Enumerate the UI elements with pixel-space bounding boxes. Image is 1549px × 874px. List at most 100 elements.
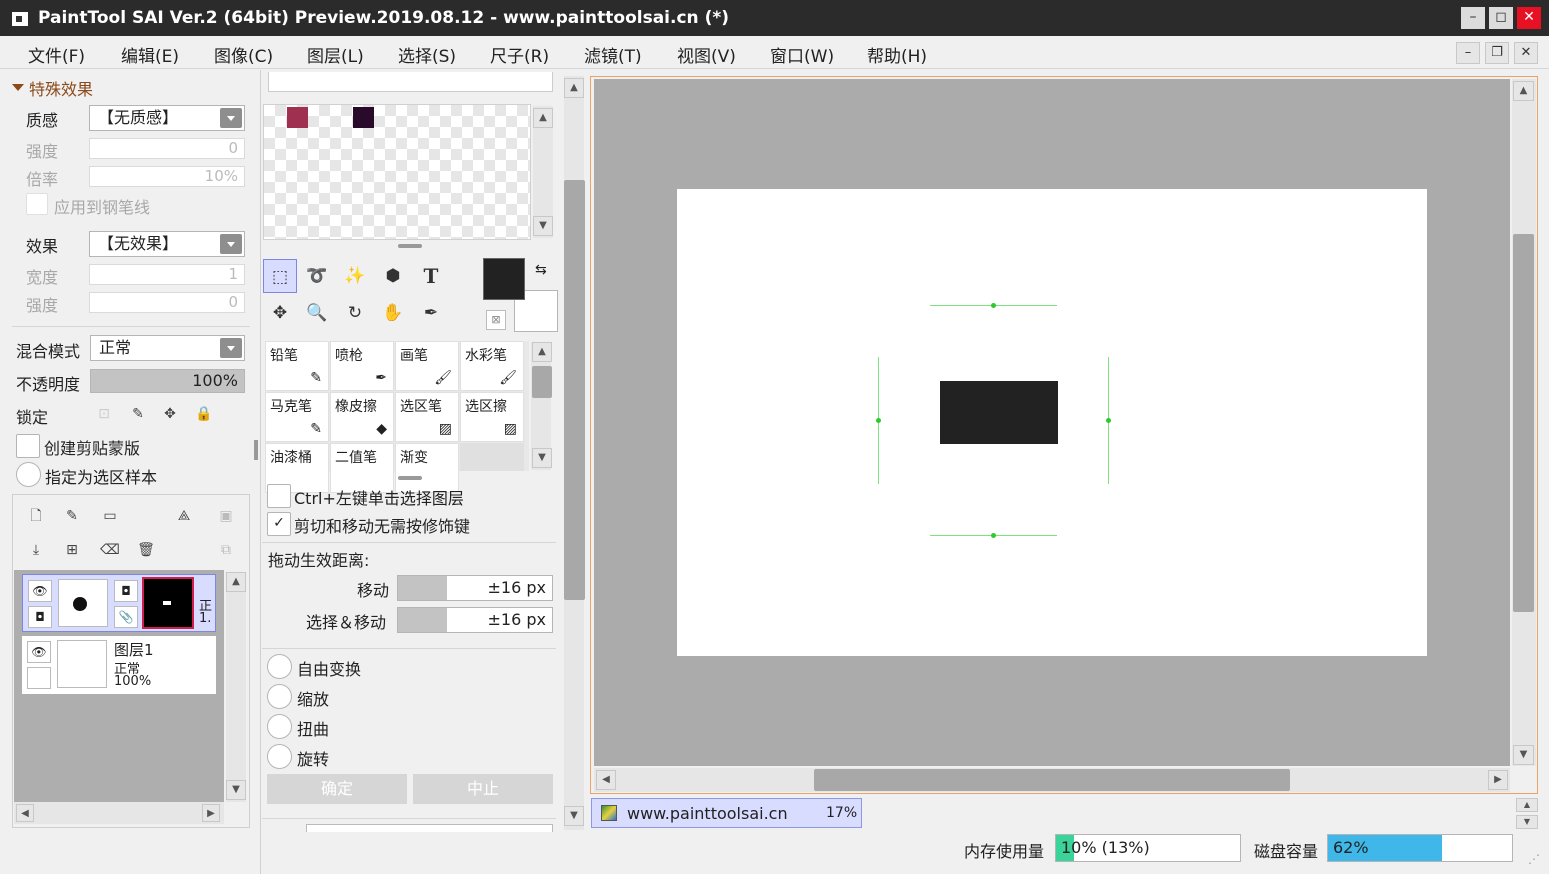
lock-paint-icon[interactable]: ✎ — [124, 400, 152, 428]
resize-grip-icon[interactable]: ⋰ — [1528, 852, 1540, 866]
close-button[interactable]: ✕ — [1517, 7, 1541, 29]
width-slider[interactable]: 1 — [89, 264, 245, 285]
splitter-handle[interactable] — [398, 244, 422, 248]
layer-row-selected[interactable]: 👁 ◘ ◘ 📎 正 1. — [22, 574, 216, 632]
brush-slot[interactable]: 画笔 🖌 — [395, 341, 459, 391]
brush-slot[interactable]: 选区笔 ▨ — [395, 392, 459, 442]
transform-handle[interactable] — [991, 533, 996, 538]
scroll-left-icon[interactable]: ◀ — [16, 804, 34, 822]
cut-move-checkbox[interactable]: ✓ — [267, 512, 291, 536]
scroll-down-icon[interactable]: ▼ — [564, 806, 584, 826]
scroll-up-icon[interactable]: ▲ — [1513, 81, 1534, 101]
blend-combo[interactable]: 正常 — [90, 335, 245, 361]
color-swatch[interactable] — [287, 107, 308, 128]
mdi-close-button[interactable]: ✕ — [1514, 42, 1538, 64]
transform-handle[interactable] — [991, 303, 996, 308]
layer-option-icon[interactable]: ◘ — [28, 606, 52, 628]
scroll-thumb[interactable] — [564, 180, 585, 600]
move-icon[interactable]: ✥ — [263, 296, 297, 330]
menu-edit[interactable]: 编辑(E) — [121, 42, 179, 67]
opacity-slider[interactable]: 100% — [90, 369, 245, 393]
maximize-button[interactable]: ◻ — [1489, 7, 1513, 29]
lasso-icon[interactable]: ➰ — [300, 259, 334, 293]
mask-thumbnail[interactable] — [142, 577, 194, 629]
canvas-tab[interactable]: www.painttoolsai.cn 17% — [591, 798, 862, 828]
layer-row[interactable]: 👁 图层1 正常 100% — [22, 636, 216, 694]
apply-pen-checkbox[interactable] — [26, 193, 48, 215]
cancel-button[interactable]: 中止 — [413, 774, 553, 804]
scroll-right-icon[interactable]: ▶ — [202, 804, 220, 822]
rotate-radio[interactable] — [267, 744, 292, 769]
layer-option-icon[interactable] — [27, 667, 51, 689]
layer-effect-icon[interactable]: ⟁ — [170, 502, 198, 530]
texture-combo[interactable]: 【无质感】 — [89, 105, 245, 131]
strength2-slider[interactable]: 0 — [89, 292, 245, 313]
collapse-arrow-icon[interactable] — [12, 84, 24, 91]
color-slider-strip[interactable] — [268, 72, 553, 92]
clip-mask-checkbox[interactable] — [16, 434, 40, 458]
clip-icon[interactable]: 📎 — [114, 606, 138, 628]
shape-icon[interactable]: ⬢ — [376, 259, 410, 293]
color-swatch[interactable] — [353, 107, 374, 128]
ok-button[interactable]: 确定 — [267, 774, 407, 804]
scale-slider[interactable]: 10% — [89, 166, 245, 187]
brush-slot[interactable]: 橡皮擦 ◆ — [330, 392, 394, 442]
new-linework-layer-icon[interactable]: ✎ — [58, 502, 86, 530]
scroll-right-icon[interactable]: ▶ — [1488, 770, 1508, 790]
primary-color[interactable] — [483, 258, 525, 300]
free-transform-radio[interactable] — [267, 654, 292, 679]
brush-slot[interactable]: 铅笔 ✎ — [265, 341, 329, 391]
move-distance-slider[interactable]: ±16 px — [397, 575, 553, 601]
menu-window[interactable]: 窗口(W) — [770, 42, 834, 67]
rotate-icon[interactable]: ↻ — [338, 296, 372, 330]
lock-transparency-icon[interactable]: ⊡ — [90, 400, 118, 428]
menu-filter[interactable]: 滤镜(T) — [584, 42, 642, 67]
scroll-thumb[interactable] — [532, 366, 552, 398]
merge-down-icon[interactable]: ⤓ — [22, 536, 50, 564]
strength-slider[interactable]: 0 — [89, 138, 245, 159]
eye-icon[interactable]: 👁 — [28, 580, 52, 602]
zoom-icon[interactable]: 🔍 — [300, 296, 334, 330]
trash-icon[interactable]: 🗑 — [132, 536, 160, 564]
menu-file[interactable]: 文件(F) — [28, 42, 85, 67]
eyedropper-icon[interactable]: ✒ — [414, 296, 448, 330]
merge-visible-icon[interactable]: ⊞ — [58, 536, 86, 564]
layer-mask-icon[interactable]: ▣ — [212, 502, 240, 530]
mdi-minimize-button[interactable]: – — [1456, 42, 1480, 64]
clear-layer-icon[interactable]: ⌫ — [96, 536, 124, 564]
distort-radio[interactable] — [267, 714, 292, 739]
menu-layer[interactable]: 图层(L) — [307, 42, 364, 67]
layer-list-scrollbar[interactable] — [226, 572, 246, 802]
hand-icon[interactable]: ✋ — [376, 296, 410, 330]
transparent-color-icon[interactable]: ⊠ — [486, 310, 506, 330]
tab-scroll-down-icon[interactable]: ▼ — [1516, 815, 1538, 829]
brush-slot[interactable]: 马克笔 ✎ — [265, 392, 329, 442]
new-folder-icon[interactable]: ▭ — [96, 502, 124, 530]
menu-help[interactable]: 帮助(H) — [867, 42, 927, 67]
duplicate-mask-icon[interactable]: ⧉ — [212, 536, 240, 564]
scroll-up-icon[interactable]: ▲ — [564, 78, 584, 98]
sample-radio[interactable] — [16, 462, 41, 487]
minimize-button[interactable]: – — [1461, 7, 1485, 29]
menu-select[interactable]: 选择(S) — [398, 42, 456, 67]
scroll-up-icon[interactable]: ▲ — [533, 108, 553, 128]
mask-icon[interactable]: ◘ — [114, 580, 138, 602]
scroll-down-icon[interactable]: ▼ — [532, 448, 552, 468]
ctrl-click-checkbox[interactable] — [267, 484, 291, 508]
swap-colors-icon[interactable]: ⇆ — [535, 262, 547, 278]
scroll-thumb[interactable] — [1513, 234, 1534, 612]
menu-ruler[interactable]: 尺子(R) — [490, 42, 549, 67]
empty-brush-slot[interactable] — [460, 443, 524, 471]
transform-handle[interactable] — [1106, 418, 1111, 423]
eye-icon[interactable]: 👁 — [27, 641, 51, 663]
selmove-distance-slider[interactable]: ±16 px — [397, 607, 553, 633]
splitter-handle[interactable] — [398, 476, 422, 480]
text-tool-icon[interactable]: T — [414, 259, 448, 293]
tab-scroll-up-icon[interactable]: ▲ — [1516, 798, 1538, 812]
transform-handle[interactable] — [876, 418, 881, 423]
brush-slot[interactable]: 喷枪 ✒ — [330, 341, 394, 391]
magic-wand-icon[interactable]: ✨ — [338, 259, 372, 293]
scroll-down-icon[interactable]: ▼ — [533, 216, 553, 236]
brush-slot[interactable]: 选区擦 ▨ — [460, 392, 524, 442]
scroll-up-icon[interactable]: ▲ — [226, 572, 246, 592]
